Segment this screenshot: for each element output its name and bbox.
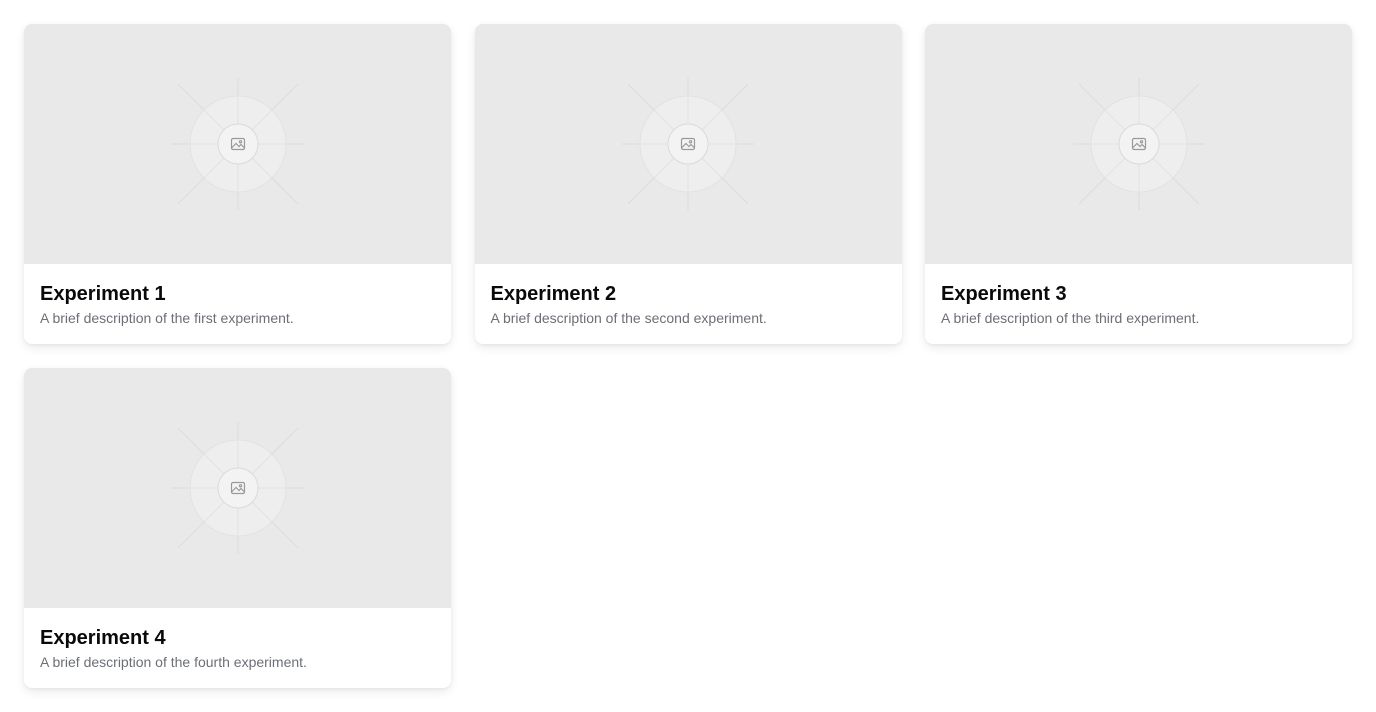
experiment-title: Experiment 3 [941, 283, 1067, 305]
experiment-thumbnail [925, 24, 1352, 264]
experiment-title: Experiment 2 [490, 283, 617, 305]
experiment-title: Experiment 1 [40, 283, 166, 305]
experiment-description: A brief description of the first experim… [40, 310, 294, 326]
card-body: Experiment 1 A brief description of the … [24, 264, 451, 327]
experiment-thumbnail [24, 368, 451, 608]
card-body: Experiment 4 A brief description of the … [24, 608, 451, 671]
image-placeholder-icon [171, 78, 304, 210]
image-placeholder-icon [171, 422, 304, 554]
image-placeholder-icon [1072, 78, 1205, 210]
image-placeholder-icon [622, 78, 754, 210]
experiment-thumbnail [474, 24, 902, 264]
experiments-grid: Experiment 1 A brief description of the … [24, 24, 1352, 688]
experiment-thumbnail [24, 24, 451, 264]
experiment-card[interactable]: Experiment 3 A brief description of the … [925, 24, 1352, 344]
card-body: Experiment 2 A brief description of the … [475, 264, 902, 327]
experiment-description: A brief description of the second experi… [490, 310, 767, 326]
experiment-card[interactable]: Experiment 4 A brief description of the … [24, 368, 451, 688]
experiment-card[interactable]: Experiment 2 A brief description of the … [474, 24, 902, 344]
experiment-title: Experiment 4 [40, 627, 166, 649]
card-body: Experiment 3 A brief description of the … [925, 264, 1352, 327]
experiment-description: A brief description of the third experim… [941, 310, 1200, 326]
experiment-description: A brief description of the fourth experi… [40, 654, 307, 670]
experiment-card[interactable]: Experiment 1 A brief description of the … [24, 24, 451, 344]
